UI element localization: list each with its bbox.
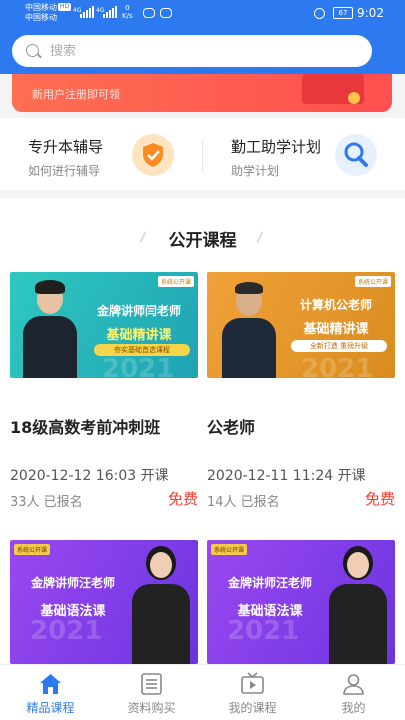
quick-link-subtitle: 助学计划 <box>231 164 280 178</box>
course-card[interactable]: 系统公开课 金牌讲师汪老师 基础语法课 2021 <box>207 540 395 664</box>
shield-check-icon <box>132 134 174 176</box>
course-start-time: 2020-12-12 16:03 开课 <box>10 468 169 484</box>
message-icon <box>160 8 172 18</box>
network-speed: 0 K/s <box>122 4 133 20</box>
thumbnail-headline: 金牌讲师闫老师 <box>96 304 181 318</box>
tab-my-courses[interactable]: 我的课程 <box>202 665 303 720</box>
gift-icon <box>302 74 364 104</box>
tab-label: 精品课程 <box>26 701 75 715</box>
course-price: 免费 <box>167 490 198 508</box>
quick-link-title: 专升本辅导 <box>28 138 104 156</box>
banner-subtitle: 新用户注册即可领 <box>32 88 120 101</box>
promo-banner[interactable]: 新用户注册即可领 <box>12 74 392 112</box>
search-icon <box>26 44 39 57</box>
course-title: 公老师 <box>207 418 256 437</box>
thumbnail-year: 2021 <box>30 616 103 646</box>
status-bar: 中国移动 中国移动 HD 4G 4G 0 K/s 67 9:02 <box>0 0 405 30</box>
hd-badge: HD <box>58 3 72 11</box>
course-enrollment: 33人 已报名 <box>10 495 83 510</box>
course-grid: 系统公开课 金牌讲师闫老师 基础精讲课 夯实基础首选课程 2021 18级高数考… <box>0 266 405 664</box>
carrier-info: 中国移动 中国移动 <box>25 3 57 23</box>
document-list-icon <box>141 673 162 695</box>
tab-materials[interactable]: 资料购买 <box>101 665 202 720</box>
course-tag: 系统公开课 <box>211 544 248 555</box>
course-tag: 系统公开课 <box>354 276 391 287</box>
clock: 9:02 <box>357 6 384 20</box>
course-card[interactable]: 系统公开课 金牌讲师汪老师 基础语法课 2021 <box>10 540 198 664</box>
signal-icon <box>80 6 94 18</box>
speed-value: 0 <box>125 4 130 12</box>
search-bar[interactable] <box>12 35 372 67</box>
thumbnail-headline: 金牌讲师汪老师 <box>30 576 115 590</box>
thumbnail-headline: 计算机公老师 <box>299 298 372 312</box>
course-enrollment: 14人 已报名 <box>207 495 280 510</box>
teacher-photo <box>219 282 279 378</box>
tab-label: 资料购买 <box>127 701 176 715</box>
teacher-photo <box>128 544 194 664</box>
teacher-photo <box>325 544 391 664</box>
tv-play-icon <box>241 672 264 694</box>
user-icon <box>343 674 364 695</box>
course-title: 18级高数考前冲刺班 <box>10 418 161 437</box>
course-tag: 系统公开课 <box>157 276 194 287</box>
course-thumbnail: 系统公开课 金牌讲师汪老师 基础语法课 2021 <box>207 540 395 664</box>
quick-link-tutoring[interactable]: 专升本辅导 如何进行辅导 <box>0 118 202 190</box>
course-price: 免费 <box>364 490 395 508</box>
section-title: 公开课程 <box>168 231 237 251</box>
notification-icons <box>143 8 172 18</box>
quick-link-title: 勤工助学计划 <box>231 138 322 156</box>
bottom-nav: 精品课程 资料购买 我的课程 我的 <box>0 664 405 720</box>
thumbnail-tagline: 全新打造 重磅升级 <box>291 340 387 352</box>
course-card[interactable]: 系统公开课 金牌讲师闫老师 基础精讲课 夯实基础首选课程 2021 18级高数考… <box>10 272 198 512</box>
course-tag: 系统公开课 <box>14 544 51 555</box>
thumbnail-headline: 金牌讲师汪老师 <box>227 576 312 590</box>
quick-link-work-study[interactable]: 勤工助学计划 助学计划 <box>203 118 405 190</box>
speed-unit: K/s <box>122 12 133 20</box>
carrier-2: 中国移动 <box>25 13 57 22</box>
magnifier-icon <box>335 134 377 176</box>
wechat-icon <box>143 8 155 18</box>
quick-link-subtitle: 如何进行辅导 <box>28 164 101 178</box>
signal-icon-2 <box>103 6 117 18</box>
carrier-1: 中国移动 <box>25 3 57 12</box>
thumbnail-year: 2021 <box>301 354 374 378</box>
course-thumbnail: 系统公开课 金牌讲师汪老师 基础语法课 2021 <box>10 540 198 664</box>
public-courses-section: 公开课程 <box>0 198 405 266</box>
tab-profile[interactable]: 我的 <box>303 665 404 720</box>
tab-label: 我的 <box>341 701 366 715</box>
home-icon <box>40 674 61 694</box>
course-card[interactable]: 系统公开课 计算机公老师 基础精讲课 全新打造 重磅升级 2021 公老师 20… <box>207 272 395 512</box>
app-header <box>0 30 405 74</box>
alarm-icon <box>314 8 325 19</box>
tab-label: 我的课程 <box>228 701 277 715</box>
tab-premium-courses[interactable]: 精品课程 <box>0 665 101 720</box>
thumbnail-subheadline: 基础精讲课 <box>106 328 172 343</box>
thumbnail-year: 2021 <box>227 616 300 646</box>
course-thumbnail: 系统公开课 计算机公老师 基础精讲课 全新打造 重磅升级 2021 <box>207 272 395 378</box>
search-input[interactable] <box>50 41 350 61</box>
thumbnail-year: 2021 <box>102 354 175 378</box>
teacher-photo <box>20 280 80 378</box>
battery-icon: 67 <box>333 7 353 19</box>
thumbnail-subheadline: 基础精讲课 <box>303 322 369 337</box>
course-thumbnail: 系统公开课 金牌讲师闫老师 基础精讲课 夯实基础首选课程 2021 <box>10 272 198 378</box>
quick-links: 专升本辅导 如何进行辅导 勤工助学计划 助学计划 <box>0 118 405 190</box>
course-start-time: 2020-12-11 11:24 开课 <box>207 468 366 484</box>
